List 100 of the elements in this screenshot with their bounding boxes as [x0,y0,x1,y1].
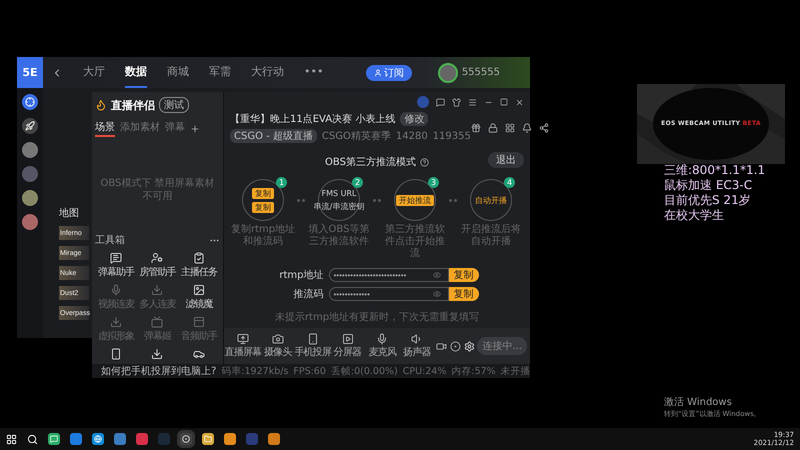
nav-tab[interactable]: 军需 [209,57,231,88]
image-icon [193,284,206,296]
tool-item[interactable]: 主播任务 [178,252,220,279]
windows-icon[interactable] [6,434,17,444]
app-icon[interactable] [268,433,280,445]
help-icon[interactable] [420,158,429,166]
beta-tag[interactable]: 测试 [159,97,189,113]
step-number: 4 [504,177,515,188]
step-text: 串流/串流密钥 [314,200,364,212]
copy-button[interactable]: 复制 [448,268,478,282]
stream-title: 【重华】晚上11点EVA决赛 小表上线 [230,112,396,126]
menu-icon[interactable] [468,98,477,106]
nav-tab[interactable]: 数据 [125,57,147,88]
app-icon[interactable] [136,433,148,445]
download-icon[interactable] [151,348,164,360]
rocket-icon[interactable] [22,118,38,134]
exit-button[interactable]: 退出 [488,152,524,168]
scene-tab[interactable]: 弹幕 [165,120,185,137]
app-icon[interactable] [224,433,236,445]
folder-icon[interactable] [202,433,214,445]
avatar-icon[interactable] [22,166,38,182]
message-icon[interactable] [436,98,445,106]
tool-item[interactable]: 弹幕助手 [95,252,137,279]
copy-button[interactable]: 复制 [448,287,478,301]
step-button[interactable]: 复制 [252,202,274,212]
nav-tab[interactable]: 商城 [167,57,189,88]
speaker-icon [410,333,423,345]
gift-icon[interactable] [470,122,481,132]
eye-icon[interactable] [432,271,440,279]
toolbar-item[interactable]: 直播屏幕 [227,333,259,359]
status-text: 丢帧:0(0.00%) [330,364,398,378]
search-icon[interactable] [27,434,38,444]
download-icon [151,284,164,296]
status-text: CPU:24% [402,366,446,376]
add-icon[interactable] [190,124,200,134]
overlay-text: 在校大学生 [664,208,725,223]
step-number: 1 [276,177,287,188]
tool-item[interactable]: 房管助手 [136,252,178,279]
count-text: 14280 [396,130,428,142]
key-field[interactable]: ••••••••••••• [328,287,448,301]
more-tab[interactable]: ••• [304,57,324,88]
close-icon[interactable] [515,98,524,106]
bell-icon[interactable] [522,122,532,132]
step-button[interactable]: 复制 [252,188,274,198]
status-text: FPS:60 [293,366,326,376]
user-icon [151,252,164,264]
crosshair-icon[interactable] [22,94,38,110]
overlay-text: 三维:800*1.1*1.1 [664,163,766,178]
phone-icon[interactable] [110,348,122,360]
key-field[interactable]: •••••••••••••••••••••••••• [328,268,448,282]
toolbar-item[interactable]: 扬声器 [401,333,433,359]
eye-icon[interactable] [432,290,440,298]
share-icon[interactable] [538,122,549,132]
grid-icon[interactable] [504,122,515,132]
subscribe-button[interactable]: 订阅 [366,64,412,80]
nav-tab[interactable]: 大厅 [83,57,105,88]
record-icon[interactable] [180,433,192,445]
scene-tab[interactable]: 场景 [95,120,115,137]
camera-icon [272,333,284,345]
app-icon[interactable] [114,433,126,445]
tv-icon [151,316,164,328]
mic-icon [376,333,388,345]
tool-item[interactable]: 滤镜魔 [178,284,220,311]
scene-tab[interactable]: 添加素材 [120,120,160,137]
avatar-icon[interactable] [22,190,38,206]
maximize-icon[interactable] [500,98,508,106]
avatar-icon[interactable] [22,214,38,230]
car-icon[interactable] [193,348,206,360]
avatar[interactable] [438,62,458,82]
globe-icon[interactable] [92,433,104,445]
lock-icon[interactable] [488,122,498,132]
settings-icon[interactable] [464,340,474,352]
toolbar-item[interactable]: 摄像头 [262,333,294,359]
toolbar-item[interactable]: 手机投屏 [296,333,329,359]
step-button[interactable]: 开始推流 [396,194,434,206]
mic-icon [110,284,122,296]
status-text: 内存:57% [451,364,496,378]
user-icon [374,68,382,76]
overlay-text: 鼠标加速 EC3-C [664,178,754,193]
download-icon [110,316,122,328]
category-tag[interactable]: CSGO - 超级直播 [230,129,317,143]
video-icon[interactable] [436,340,447,352]
tools-title: 工具箱 [95,234,125,247]
clipboard-icon [193,252,206,264]
record-icon[interactable] [450,340,461,352]
tip-link[interactable]: 如何把手机投屏到电脑上? [101,364,216,378]
edit-button[interactable]: 修改 [400,112,428,126]
avatar-icon[interactable] [22,142,38,158]
app-name: 直播伴侣 [111,98,155,112]
play-icon [342,333,354,345]
shirt-icon[interactable] [452,98,461,106]
app-icon[interactable] [70,433,82,445]
chat-icon[interactable] [48,433,60,445]
map-tab[interactable]: 地图 [59,206,89,220]
field-label: 推流码 [292,288,324,301]
nav-tab[interactable]: 大行动 [251,57,284,88]
flame-icon [95,99,107,111]
note-text: 未提示rtmp地址有更新时，下次无需重复填写 [274,310,480,324]
toolbar-item[interactable]: 分屏器 [332,333,364,359]
toolbar-item[interactable]: 麦克风 [366,333,398,359]
